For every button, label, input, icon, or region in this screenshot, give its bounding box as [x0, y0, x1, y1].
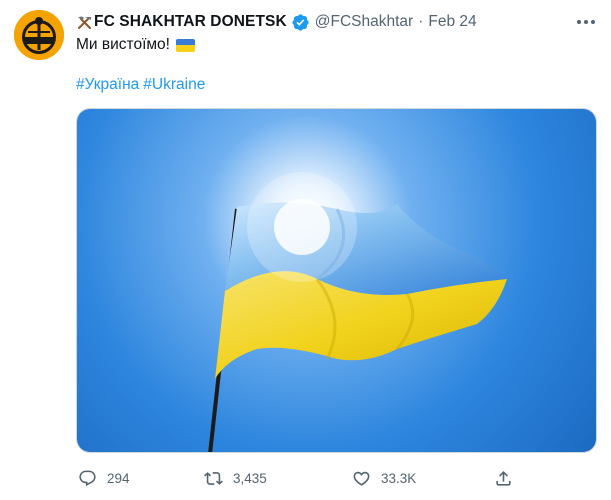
- retweet-icon: [204, 471, 223, 485]
- reply-button[interactable]: 294: [78, 467, 130, 489]
- separator-dot: ·: [418, 13, 424, 30]
- tweet-header: FC SHAKHTAR DONETSK @FCShakhtar · Feb 24: [76, 12, 477, 32]
- hashtag-ukraina[interactable]: #Україна: [76, 75, 139, 95]
- more-options-icon[interactable]: [575, 12, 597, 32]
- like-button[interactable]: 33.3K: [352, 467, 416, 489]
- tweet-date[interactable]: Feb 24: [428, 12, 476, 32]
- heart-icon: [353, 471, 370, 486]
- reply-count: 294: [107, 470, 130, 486]
- share-icon: [496, 470, 511, 486]
- action-bar: 294 3,435 33.3K: [76, 467, 597, 489]
- avatar[interactable]: [14, 10, 64, 60]
- ukraine-flag-emoji: [175, 38, 195, 52]
- user-handle[interactable]: @FCShakhtar: [315, 12, 413, 32]
- share-button[interactable]: [494, 467, 513, 489]
- hashtags: #Україна #Ukraine: [76, 75, 205, 95]
- verified-badge-icon: [291, 13, 310, 32]
- display-name[interactable]: FC SHAKHTAR DONETSK: [94, 12, 287, 32]
- retweet-button[interactable]: 3,435: [204, 467, 267, 489]
- hammer-and-pick-icon: [76, 14, 93, 31]
- reply-icon: [79, 470, 96, 486]
- tweet-image[interactable]: [76, 108, 597, 453]
- like-count: 33.3K: [381, 470, 417, 486]
- tweet-text-content: Ми вистоїмо!: [76, 36, 170, 53]
- tweet-text: Ми вистоїмо!: [76, 35, 195, 55]
- tweet[interactable]: FC SHAKHTAR DONETSK @FCShakhtar · Feb 24…: [0, 0, 611, 500]
- hashtag-ukraine[interactable]: #Ukraine: [143, 75, 205, 95]
- retweet-count: 3,435: [233, 470, 267, 486]
